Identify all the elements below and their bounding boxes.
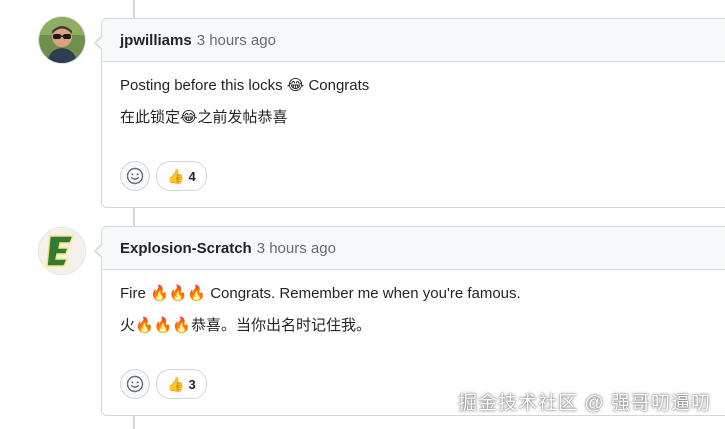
add-reaction-button[interactable] xyxy=(120,369,150,399)
comment-header: Explosion-Scratch 3 hours ago xyxy=(102,227,725,270)
comment-line: 火🔥🔥🔥恭喜。当你出名时记住我。 xyxy=(120,317,372,334)
comment: jpwilliams 3 hours ago Posting before th… xyxy=(0,0,725,210)
thumbs-up-icon: 👍 xyxy=(167,375,185,392)
comment-box: jpwilliams 3 hours ago Posting before th… xyxy=(94,18,725,208)
author-link[interactable]: jpwilliams xyxy=(120,32,192,49)
author-link[interactable]: Explosion-Scratch xyxy=(120,240,252,257)
comment-line: Fire 🔥🔥🔥 Congrats. Remember me when you'… xyxy=(120,285,521,302)
comment-body: Posting before this locks 😂 Congrats 在此锁… xyxy=(102,62,725,128)
reaction-count: 4 xyxy=(188,168,196,184)
thumbs-up-icon: 👍 xyxy=(167,167,185,184)
smiley-icon xyxy=(126,375,144,393)
smiley-icon xyxy=(126,167,144,185)
comment-line: Posting before this locks 😂 Congrats xyxy=(120,77,370,94)
add-reaction-button[interactable] xyxy=(120,161,150,191)
avatar[interactable] xyxy=(38,227,86,275)
reactions-bar: 👍 3 xyxy=(120,369,207,399)
comment-thread: jpwilliams 3 hours ago Posting before th… xyxy=(0,0,725,429)
reaction-count: 3 xyxy=(188,376,196,392)
thumbs-up-reaction-button[interactable]: 👍 3 xyxy=(156,369,207,399)
comment-line: 在此锁定😂之前发帖恭喜 xyxy=(120,109,288,126)
timestamp-link[interactable]: 3 hours ago xyxy=(197,32,276,49)
comment-body: Fire 🔥🔥🔥 Congrats. Remember me when you'… xyxy=(102,270,725,336)
thumbs-up-reaction-button[interactable]: 👍 4 xyxy=(156,161,207,191)
comment-header: jpwilliams 3 hours ago xyxy=(102,19,725,62)
person-photo-icon xyxy=(39,17,85,63)
letter-e-logo-icon xyxy=(39,228,85,274)
avatar[interactable] xyxy=(38,16,86,64)
timestamp-link[interactable]: 3 hours ago xyxy=(257,240,336,257)
reactions-bar: 👍 4 xyxy=(120,161,207,191)
watermark: 掘金技术社区 @ 强哥叨逼叨 xyxy=(458,393,711,414)
